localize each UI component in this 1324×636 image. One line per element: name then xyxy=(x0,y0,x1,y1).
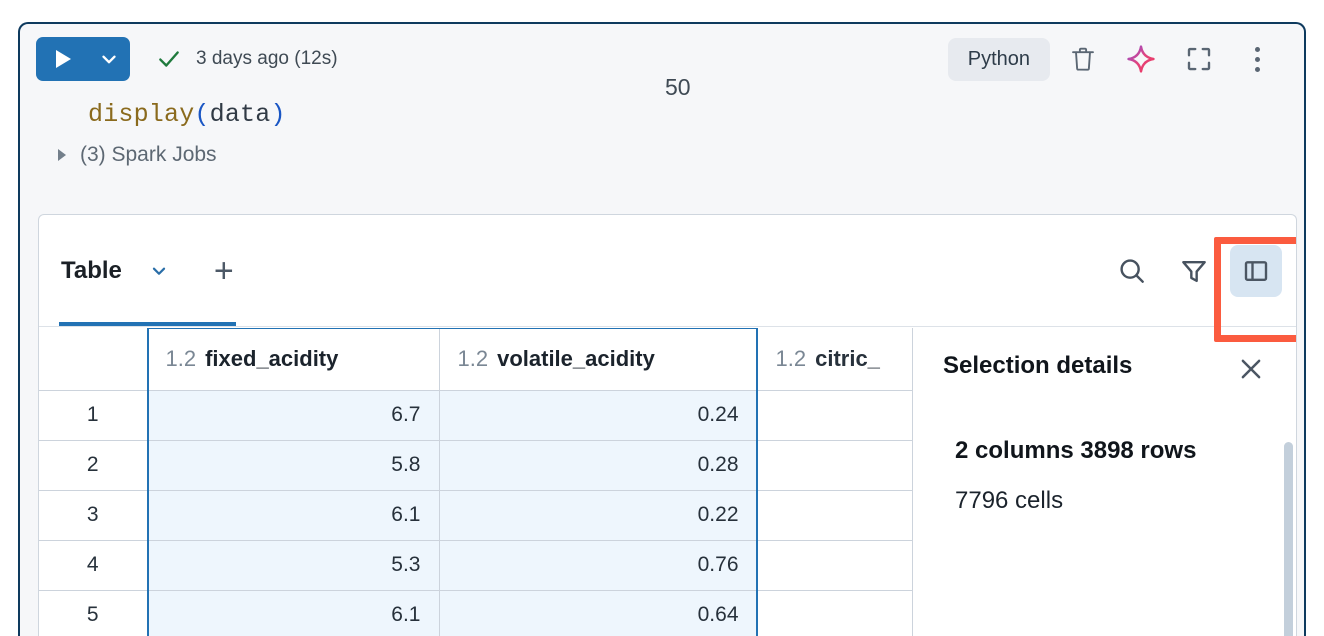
result-panel: Table + 1.2 fixed_acidity 1.2 volatile_a… xyxy=(38,214,1297,636)
row-index: 2 xyxy=(39,440,148,491)
table-row[interactable]: 4 5.3 0.76 xyxy=(39,540,912,591)
selection-details-title: Selection details xyxy=(943,352,1133,379)
spark-jobs-label: (3) Spark Jobs xyxy=(80,143,217,166)
code-open-paren: ( xyxy=(194,100,210,129)
cell-volatile-acidity[interactable]: 0.64 xyxy=(439,590,758,636)
data-grid[interactable]: 1.2 fixed_acidity 1.2 volatile_acidity 1.2… xyxy=(39,328,912,636)
chevron-down-icon xyxy=(152,267,166,275)
column-type-badge: 1.2 xyxy=(775,345,807,371)
table-row[interactable]: 5 6.1 0.64 xyxy=(39,590,912,636)
more-options-button[interactable] xyxy=(1232,34,1282,84)
side-panel-icon xyxy=(1244,261,1268,281)
table-header-row: 1.2 fixed_acidity 1.2 volatile_acidity 1.2… xyxy=(39,328,912,391)
cell-volatile-acidity[interactable]: 0.76 xyxy=(439,540,758,591)
last-run-status: 3 days ago (12s) xyxy=(196,48,338,69)
data-table: 1.2 fixed_acidity 1.2 volatile_acidity 1.2… xyxy=(39,328,912,636)
table-row[interactable]: 2 5.8 0.28 xyxy=(39,440,912,491)
search-icon xyxy=(1120,259,1144,283)
trash-icon xyxy=(1072,47,1094,71)
selection-details-header: Selection details xyxy=(943,352,1270,391)
result-header: Table + xyxy=(39,215,1296,342)
tab-table-label: Table xyxy=(61,257,122,284)
code-argument: data xyxy=(209,100,271,129)
selection-details-panel: Selection details 2 columns 3898 rows 77… xyxy=(912,328,1296,636)
vertical-scrollbar[interactable] xyxy=(1284,442,1293,636)
column-type-badge: 1.2 xyxy=(165,345,197,371)
index-column-header[interactable] xyxy=(39,328,148,391)
language-badge[interactable]: Python xyxy=(947,37,1050,81)
kebab-icon xyxy=(1254,46,1260,72)
close-icon xyxy=(1241,359,1261,379)
run-cell-button[interactable] xyxy=(36,37,130,81)
spark-jobs-toggle[interactable]: (3) Spark Jobs xyxy=(20,129,1304,179)
add-tab-button[interactable]: + xyxy=(214,254,234,288)
sparkle-icon xyxy=(1127,45,1155,73)
assistant-button[interactable] xyxy=(1116,34,1166,84)
row-index: 1 xyxy=(39,390,148,441)
run-play-button[interactable] xyxy=(36,37,88,81)
cell-citric-acid[interactable] xyxy=(757,390,912,441)
run-options-button[interactable] xyxy=(88,37,130,81)
row-index: 5 xyxy=(39,590,148,636)
code-close-paren: ) xyxy=(270,100,286,129)
cell-fixed-acidity[interactable]: 5.8 xyxy=(147,440,440,491)
column-name: citric_ xyxy=(815,345,880,371)
chevron-down-icon xyxy=(102,55,116,64)
column-header-volatile-acidity[interactable]: 1.2 volatile_acidity xyxy=(439,328,758,391)
cell-citric-acid[interactable] xyxy=(757,590,912,636)
column-type-badge: 1.2 xyxy=(457,345,489,371)
cell-fixed-acidity[interactable]: 6.1 xyxy=(147,490,440,541)
cell-fixed-acidity[interactable]: 6.7 xyxy=(147,390,440,441)
result-body: 1.2 fixed_acidity 1.2 volatile_acidity 1.2… xyxy=(39,328,1296,636)
search-button[interactable] xyxy=(1106,245,1158,297)
code-editor-line[interactable]: display(data) xyxy=(20,94,1304,129)
cell-toolbar-actions: Python xyxy=(947,24,1282,94)
column-header-citric-acid[interactable]: 1.2 citric_ xyxy=(757,328,912,391)
cell-fixed-acidity[interactable]: 6.1 xyxy=(147,590,440,636)
fullscreen-icon xyxy=(1187,47,1211,71)
success-check-icon xyxy=(156,46,182,72)
code-function-name: display xyxy=(88,100,195,129)
table-body: 1 6.7 0.24 2 5.8 0.28 3 6.1 0.22 4 5.3 0… xyxy=(39,390,912,636)
row-index: 3 xyxy=(39,490,148,541)
chevron-right-icon xyxy=(58,149,66,161)
fullscreen-button[interactable] xyxy=(1174,34,1224,84)
column-name: fixed_acidity xyxy=(205,345,339,371)
cell-volatile-acidity[interactable]: 0.22 xyxy=(439,490,758,541)
row-index: 4 xyxy=(39,540,148,591)
cell-citric-acid[interactable] xyxy=(757,540,912,591)
notebook-cell: 3 days ago (12s) 50 Python display(data)… xyxy=(18,22,1306,636)
tab-table-menu-button[interactable] xyxy=(148,260,170,282)
column-header-fixed-acidity[interactable]: 1.2 fixed_acidity xyxy=(147,328,440,391)
column-name: volatile_acidity xyxy=(497,345,655,371)
tab-table[interactable]: Table xyxy=(61,257,170,285)
cell-toolbar: 3 days ago (12s) 50 Python xyxy=(20,24,1304,100)
tab-active-indicator xyxy=(59,322,236,326)
cell-citric-acid[interactable] xyxy=(757,440,912,491)
cell-volatile-acidity[interactable]: 0.28 xyxy=(439,440,758,491)
filter-icon xyxy=(1182,261,1206,283)
result-header-actions xyxy=(1106,215,1282,327)
toggle-selection-panel-button[interactable] xyxy=(1230,245,1282,297)
table-row[interactable]: 3 6.1 0.22 xyxy=(39,490,912,541)
cell-volatile-acidity[interactable]: 0.24 xyxy=(439,390,758,441)
play-icon xyxy=(56,50,71,68)
row-limit-value: 50 xyxy=(665,74,691,100)
selection-summary: 2 columns 3898 rows xyxy=(955,437,1197,464)
close-selection-details-button[interactable] xyxy=(1232,352,1270,391)
cell-citric-acid[interactable] xyxy=(757,490,912,541)
delete-cell-button[interactable] xyxy=(1058,34,1108,84)
table-row[interactable]: 1 6.7 0.24 xyxy=(39,390,912,441)
filter-button[interactable] xyxy=(1168,245,1220,297)
cell-fixed-acidity[interactable]: 5.3 xyxy=(147,540,440,591)
selection-cell-count: 7796 cells xyxy=(955,487,1064,514)
